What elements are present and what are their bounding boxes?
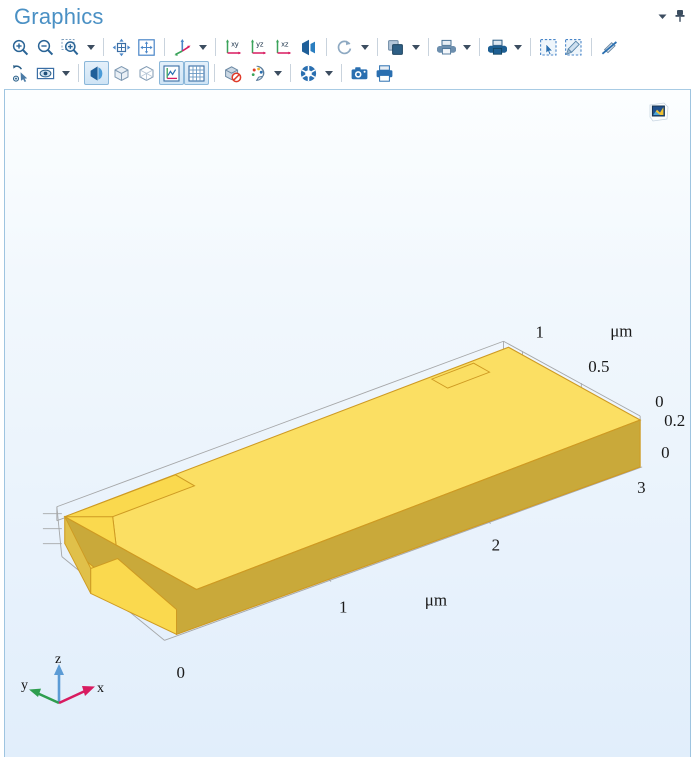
graphics-toolbar: xy yz xz [0,32,695,89]
y-axis-unit: μm [610,321,632,340]
toolbar-separator [290,64,291,82]
color-palette-button[interactable] [245,61,270,85]
axis-triad: z y x [21,652,104,705]
print-preview-dropdown[interactable] [459,35,474,59]
color-palette-dropdown[interactable] [270,61,285,85]
zoom-out-button[interactable] [33,35,58,59]
toolbar-separator [214,64,215,82]
window-menu-caret-icon[interactable] [653,6,671,26]
transparency-button[interactable] [383,35,408,59]
transparency-render-button[interactable] [134,61,159,85]
toolbar-separator [103,38,104,56]
pin-icon[interactable] [671,6,689,26]
image-thumbnail-icon[interactable] [648,101,670,123]
triad-y-label: y [21,678,28,693]
toolbar-separator [326,38,327,56]
go-to-yz-view-button[interactable]: yz [246,35,271,59]
show-grid-button[interactable] [184,61,209,85]
hide-geometric-entities-button[interactable] [220,61,245,85]
toolbar-separator [591,38,592,56]
z-tick-02: 0.2 [664,411,685,430]
go-to-xz-view-button[interactable]: xz [271,35,296,59]
triad-y-axis [36,691,60,705]
zoom-in-button[interactable] [8,35,33,59]
y-tick-1: 1 [535,322,543,341]
print-preview-button[interactable] [434,35,459,59]
wireframe-rendering-button[interactable] [109,61,134,85]
y-tick-05: 0.5 [588,357,609,376]
aperture-button[interactable] [296,61,321,85]
zoom-to-selection-button[interactable] [134,35,159,59]
triad-z-label: z [55,652,61,667]
toolbar-separator [428,38,429,56]
triad-y-arrowhead [29,688,41,697]
toolbar-row-1: xy yz xz [8,34,691,60]
x-tick-3: 3 [637,478,645,497]
graphics-window: Graphics xy yz xz 1 0.5 0 0.2 0 3 2 1 0 … [0,0,695,757]
clear-selection-button[interactable] [597,35,622,59]
scene-light-button[interactable] [485,35,510,59]
go-to-default-view-button[interactable] [170,35,195,59]
triad-x-arrowhead [82,686,95,696]
x-tick-1: 1 [339,597,347,616]
show-hidden-entities-button[interactable] [33,61,58,85]
print-button[interactable] [372,61,397,85]
go-to-xy-view-button[interactable]: xy [221,35,246,59]
toolbar-separator [78,64,79,82]
show-hidden-entities-dropdown[interactable] [58,61,73,85]
toolbar-separator [530,38,531,56]
toolbar-separator [377,38,378,56]
x-axis-unit: μm [425,590,447,609]
page-title: Graphics [14,4,104,29]
svg-text:xy: xy [231,39,239,48]
toolbar-separator [479,38,480,56]
aperture-dropdown[interactable] [321,61,336,85]
zoom-box-button[interactable] [58,35,83,59]
y-tick-0: 0 [655,392,663,411]
view-dropdown[interactable] [195,35,210,59]
graphics-titlebar: Graphics [0,0,695,32]
toolbar-separator [164,38,165,56]
triad-x-axis [58,689,86,705]
graphics-canvas[interactable]: 1 0.5 0 0.2 0 3 2 1 0 μm μm z y x [4,89,691,757]
toolbar-separator [215,38,216,56]
rotation-dropdown[interactable] [357,35,372,59]
show-axis-button[interactable] [159,61,184,85]
z-tick-0: 0 [661,443,669,462]
camera-button[interactable] [347,61,372,85]
svg-text:yz: yz [256,39,264,48]
transparency-dropdown[interactable] [408,35,423,59]
zoom-box-dropdown[interactable] [83,35,98,59]
deselect-box-button[interactable] [561,35,586,59]
scene-light-dropdown[interactable] [510,35,525,59]
triad-x-label: x [97,681,104,696]
x-tick-2: 2 [492,536,500,555]
toggle-orthographic-button[interactable] [296,35,321,59]
svg-text:xz: xz [281,39,289,48]
reset-rotation-button[interactable] [332,35,357,59]
x-tick-0: 0 [176,663,184,682]
toolbar-separator [341,64,342,82]
select-box-button[interactable] [536,35,561,59]
lighting-toggle-button[interactable] [84,61,109,85]
toolbar-row-2 [8,60,691,86]
select-tool-button[interactable] [8,61,33,85]
zoom-extents-button[interactable] [109,35,134,59]
